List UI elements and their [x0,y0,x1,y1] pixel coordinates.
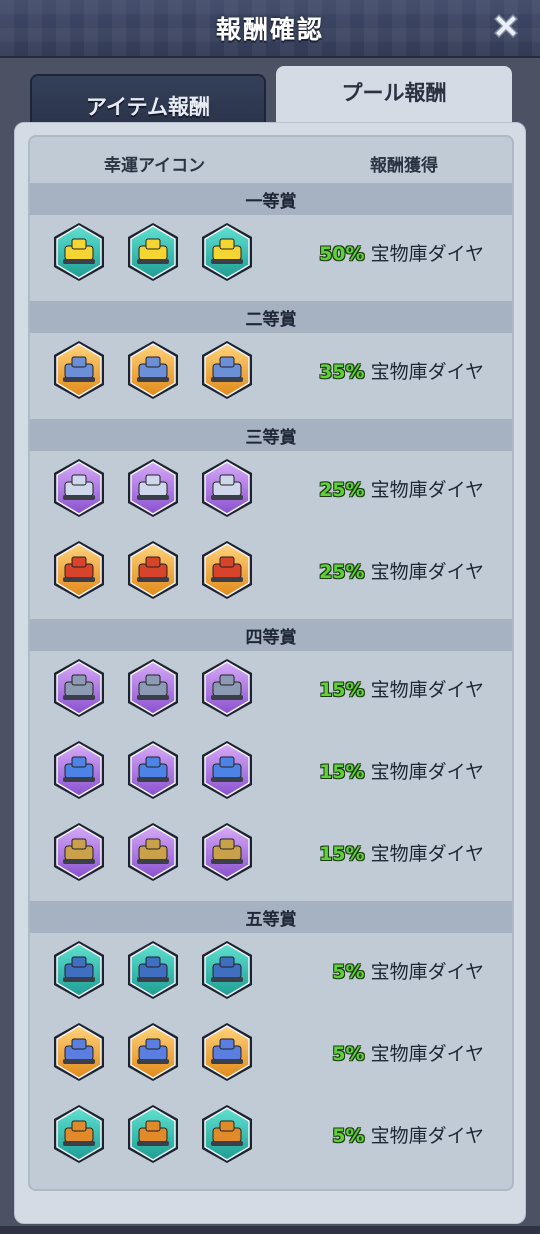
tank-blue-icon[interactable] [52,940,106,1000]
prize-tier-header: 一等賞 [30,183,512,215]
ship-icon[interactable] [126,340,180,400]
reward-percent: 15% [319,843,365,865]
reward-text: 50% 宝物庫ダイヤ [319,239,484,266]
lucky-icon-header: 幸運アイコン [104,156,206,176]
battleship-icon[interactable] [52,658,106,718]
reward-row: 5% 宝物庫ダイヤ [30,1015,512,1097]
fighter-icon[interactable] [200,1022,254,1082]
jet-icon[interactable] [200,458,254,518]
prize-tier-header: 三等賞 [30,419,512,451]
reward-name: 宝物庫ダイヤ [370,1125,484,1147]
tank-yellow-icon[interactable] [200,222,254,282]
tank-yellow-icon[interactable] [52,222,106,282]
ship-icon[interactable] [52,340,106,400]
reward-text: 35% 宝物庫ダイヤ [319,357,484,384]
reward-percent: 15% [319,761,365,783]
helicopter-icon[interactable] [52,1104,106,1164]
reward-name: 宝物庫ダイヤ [370,961,484,983]
reward-text: 5% 宝物庫ダイヤ [332,1039,484,1066]
robot-gold-icon[interactable] [126,822,180,882]
reward-list[interactable]: 幸運アイコン 報酬獲得 一等賞 50% 宝物庫ダイヤ 二等賞 35% 宝物庫ダイヤ 三等賞 2… [28,135,514,1191]
reward-row: 15% 宝物庫ダイヤ [30,733,512,815]
plane-blue-icon[interactable] [52,740,106,800]
reward-text: 15% 宝物庫ダイヤ [319,839,484,866]
mech-red-icon[interactable] [126,540,180,600]
helicopter-icon[interactable] [200,1104,254,1164]
reward-percent: 35% [319,361,365,383]
dialog-bottom-edge [0,1226,540,1234]
reward-name: 宝物庫ダイヤ [370,761,484,783]
reward-text: 5% 宝物庫ダイヤ [332,1121,484,1148]
ship-icon[interactable] [200,340,254,400]
reward-row: 15% 宝物庫ダイヤ [30,651,512,733]
reward-name: 宝物庫ダイヤ [370,479,484,501]
reward-name: 宝物庫ダイヤ [370,243,484,265]
reward-text: 25% 宝物庫ダイヤ [319,475,484,502]
column-header: 幸運アイコン 報酬獲得 [30,137,512,183]
reward-percent: 5% [332,1125,365,1147]
tab-bar: アイテム報酬 プール報酬 [30,66,512,128]
reward-row: 25% 宝物庫ダイヤ [30,533,512,615]
reward-percent: 25% [319,479,365,501]
dialog-title: 報酬確認 [215,15,324,44]
plane-blue-icon[interactable] [126,740,180,800]
reward-name: 宝物庫ダイヤ [370,1043,484,1065]
jet-icon[interactable] [126,458,180,518]
tank-blue-icon[interactable] [126,940,180,1000]
reward-row: 15% 宝物庫ダイヤ [30,815,512,897]
mech-red-icon[interactable] [52,540,106,600]
close-icon[interactable] [490,10,522,42]
reward-percent: 5% [332,961,365,983]
tank-yellow-icon[interactable] [126,222,180,282]
fighter-icon[interactable] [126,1022,180,1082]
reward-dialog: 報酬確認 アイテム報酬 プール報酬 幸運アイコン 報酬獲得 一等賞 50% 宝物庫ダ… [0,0,540,1234]
tab-pool-rewards[interactable]: プール報酬 [276,66,512,126]
plane-blue-icon[interactable] [200,740,254,800]
reward-percent: 50% [319,243,365,265]
jet-icon[interactable] [52,458,106,518]
tank-blue-icon[interactable] [200,940,254,1000]
fighter-icon[interactable] [52,1022,106,1082]
prize-tier-header: 二等賞 [30,301,512,333]
reward-name: 宝物庫ダイヤ [370,843,484,865]
robot-gold-icon[interactable] [52,822,106,882]
robot-gold-icon[interactable] [200,822,254,882]
reward-percent: 5% [332,1043,365,1065]
reward-header: 報酬獲得 [370,156,438,176]
battleship-icon[interactable] [126,658,180,718]
reward-row: 25% 宝物庫ダイヤ [30,451,512,533]
reward-row: 35% 宝物庫ダイヤ [30,333,512,415]
reward-row: 5% 宝物庫ダイヤ [30,933,512,1015]
reward-name: 宝物庫ダイヤ [370,561,484,583]
battleship-icon[interactable] [200,658,254,718]
title-bar: 報酬確認 [0,0,540,58]
prize-tier-header: 四等賞 [30,619,512,651]
reward-row: 50% 宝物庫ダイヤ [30,215,512,297]
reward-text: 25% 宝物庫ダイヤ [319,557,484,584]
tab-item-rewards[interactable]: アイテム報酬 [30,74,266,128]
reward-percent: 15% [319,679,365,701]
reward-text: 15% 宝物庫ダイヤ [319,757,484,784]
reward-row: 5% 宝物庫ダイヤ [30,1097,512,1179]
helicopter-icon[interactable] [126,1104,180,1164]
reward-text: 15% 宝物庫ダイヤ [319,675,484,702]
prize-tier-header: 五等賞 [30,901,512,933]
reward-name: 宝物庫ダイヤ [370,679,484,701]
reward-percent: 25% [319,561,365,583]
reward-text: 5% 宝物庫ダイヤ [332,957,484,984]
mech-red-icon[interactable] [200,540,254,600]
reward-panel: 幸運アイコン 報酬獲得 一等賞 50% 宝物庫ダイヤ 二等賞 35% 宝物庫ダイヤ 三等賞 2… [14,122,526,1224]
reward-name: 宝物庫ダイヤ [370,361,484,383]
